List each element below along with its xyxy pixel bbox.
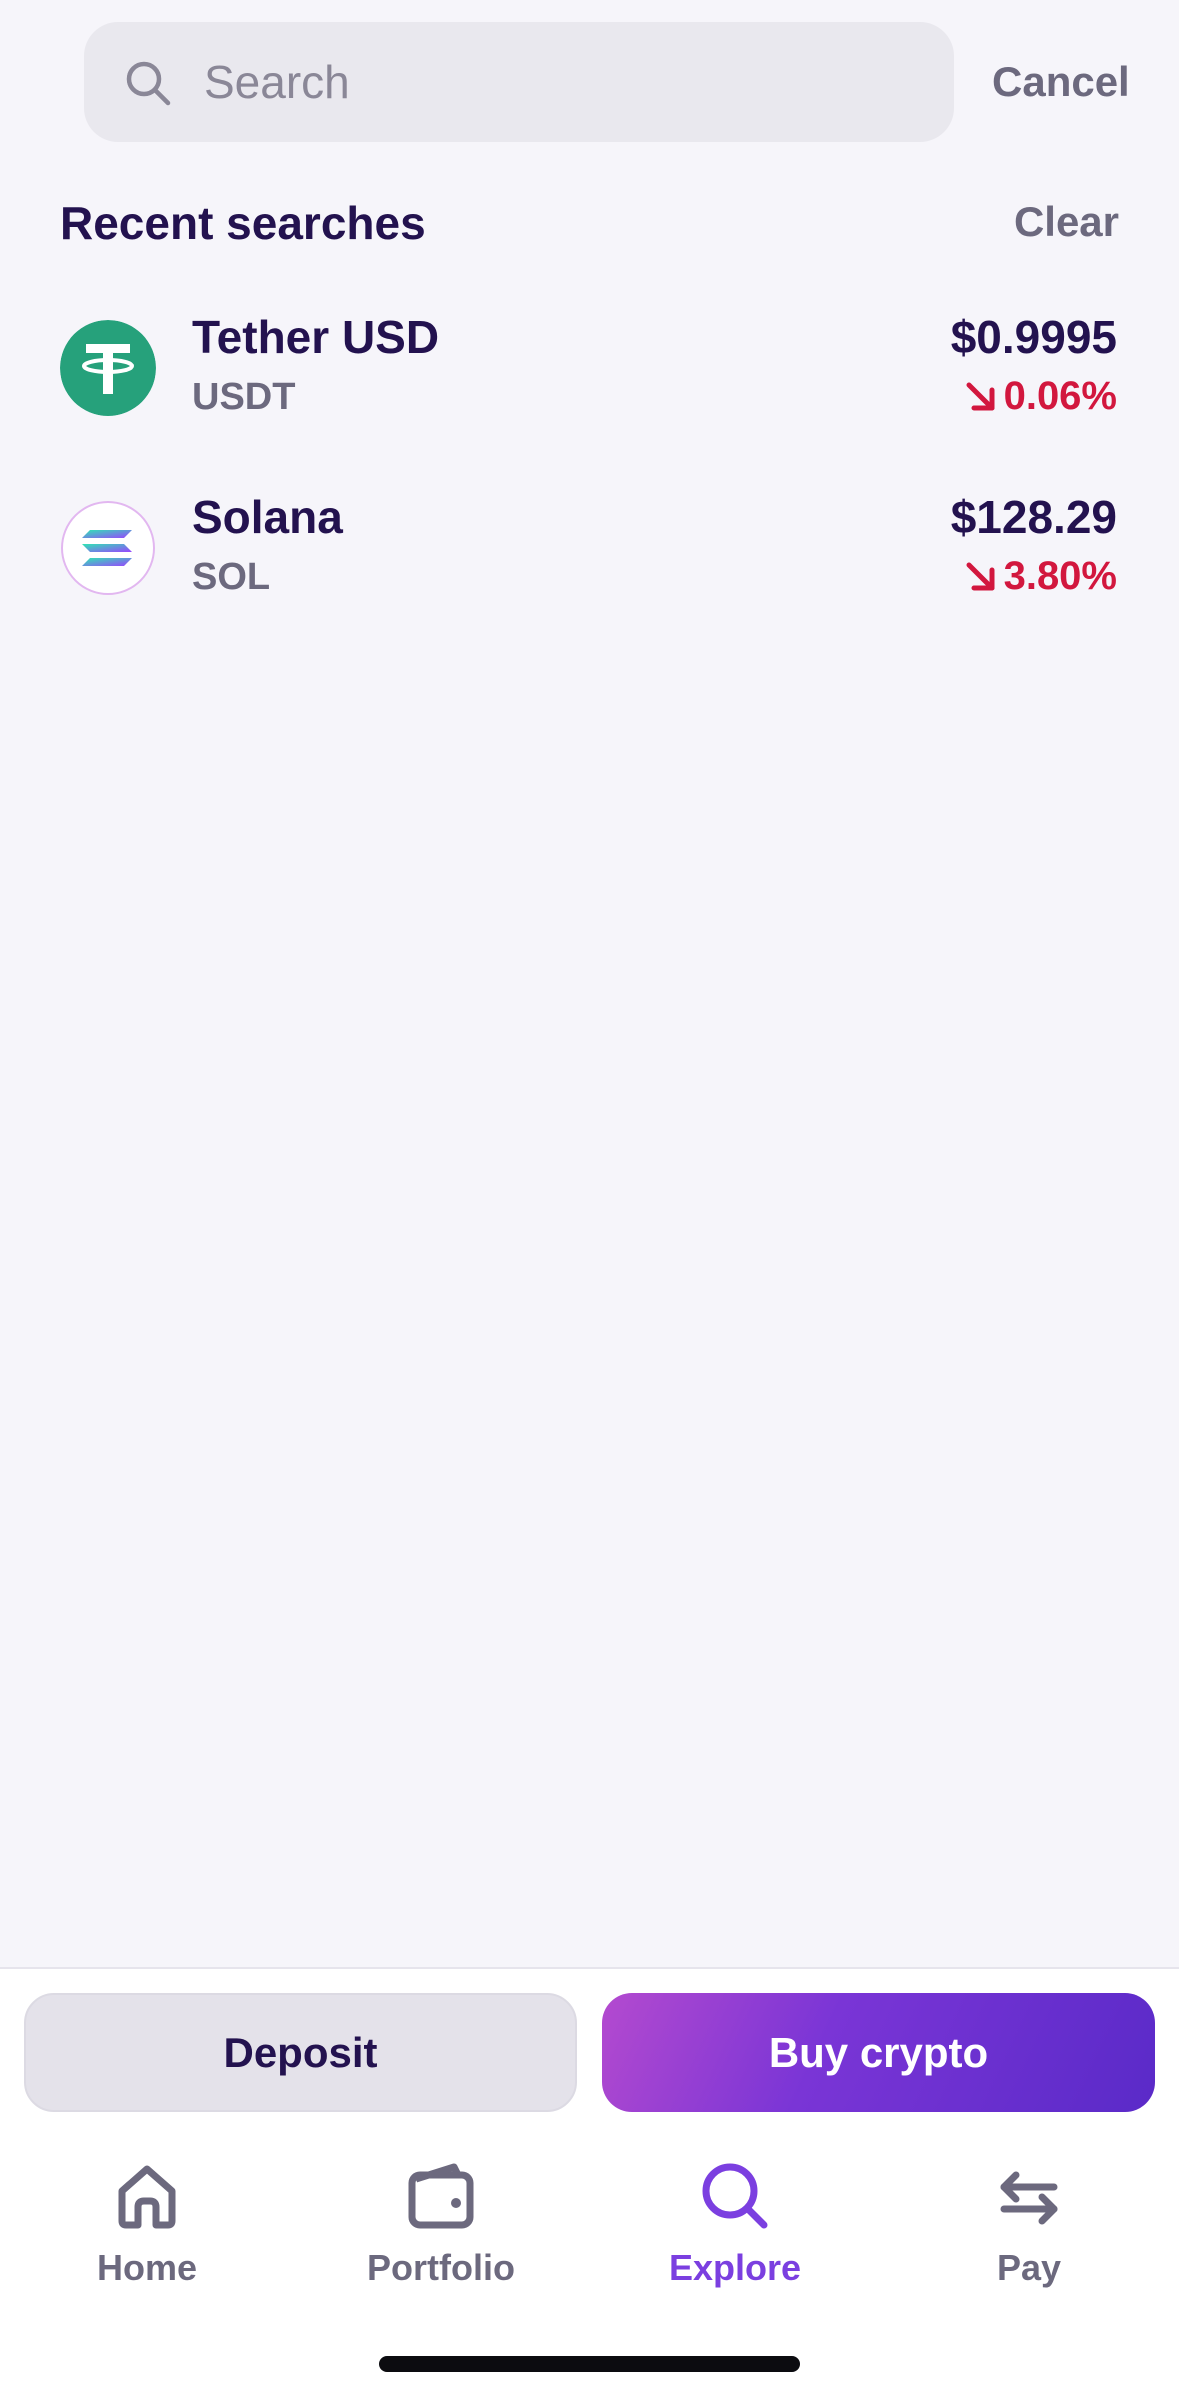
deposit-button[interactable]: Deposit xyxy=(24,1993,577,2112)
coin-change-value: 3.80% xyxy=(1003,554,1117,598)
coin-name: Tether USD xyxy=(192,311,440,363)
coin-price: $0.9995 xyxy=(950,311,1117,363)
buy-crypto-button[interactable]: Buy crypto xyxy=(602,1993,1155,2112)
wallet-icon xyxy=(408,2163,474,2229)
recent-search-item-usdt[interactable]: Tether USD USDT $0.9995 0.06% xyxy=(0,290,1179,450)
coin-ticker: SOL xyxy=(192,556,271,598)
arrow-down-right-icon xyxy=(966,382,995,410)
recent-search-item-sol[interactable]: Solana SOL $128.29 3.80% xyxy=(0,470,1179,630)
tether-logo-icon xyxy=(60,320,156,416)
solana-logo-icon xyxy=(61,501,155,595)
arrow-down-right-icon xyxy=(966,562,995,590)
tab-home[interactable]: Home xyxy=(0,2157,294,2317)
coin-name: Solana xyxy=(192,491,343,543)
coin-change-value: 0.06% xyxy=(1003,374,1117,418)
home-indicator[interactable] xyxy=(379,2356,800,2372)
recent-searches-title: Recent searches xyxy=(60,197,426,249)
home-icon xyxy=(118,2165,176,2229)
search-icon xyxy=(126,61,171,106)
coin-change: 3.80% xyxy=(964,554,1117,599)
tab-pay[interactable]: Pay xyxy=(882,2157,1176,2317)
tab-label: Portfolio xyxy=(367,2247,515,2288)
clear-button[interactable]: Clear xyxy=(1014,198,1119,246)
search-field[interactable] xyxy=(84,22,954,142)
cancel-button[interactable]: Cancel xyxy=(992,22,1130,142)
search-icon xyxy=(702,2163,768,2229)
tab-label: Home xyxy=(96,2247,198,2288)
bottom-bar: Deposit Buy crypto Home Portfolio Explor… xyxy=(0,1969,1179,2396)
coin-price: $128.29 xyxy=(950,491,1117,543)
tab-explore[interactable]: Explore xyxy=(588,2157,882,2317)
tab-portfolio[interactable]: Portfolio xyxy=(294,2157,588,2317)
tab-label: Explore xyxy=(668,2247,802,2288)
coin-change: 0.06% xyxy=(964,374,1117,419)
tab-label: Pay xyxy=(996,2247,1062,2288)
coin-ticker: USDT xyxy=(192,376,296,418)
transfer-arrows-icon xyxy=(1000,2171,1058,2225)
search-input[interactable] xyxy=(204,22,924,142)
explore-search-screen: Cancel Recent searches Clear Tether USD … xyxy=(0,0,1179,2396)
search-header: Cancel xyxy=(84,22,1179,142)
